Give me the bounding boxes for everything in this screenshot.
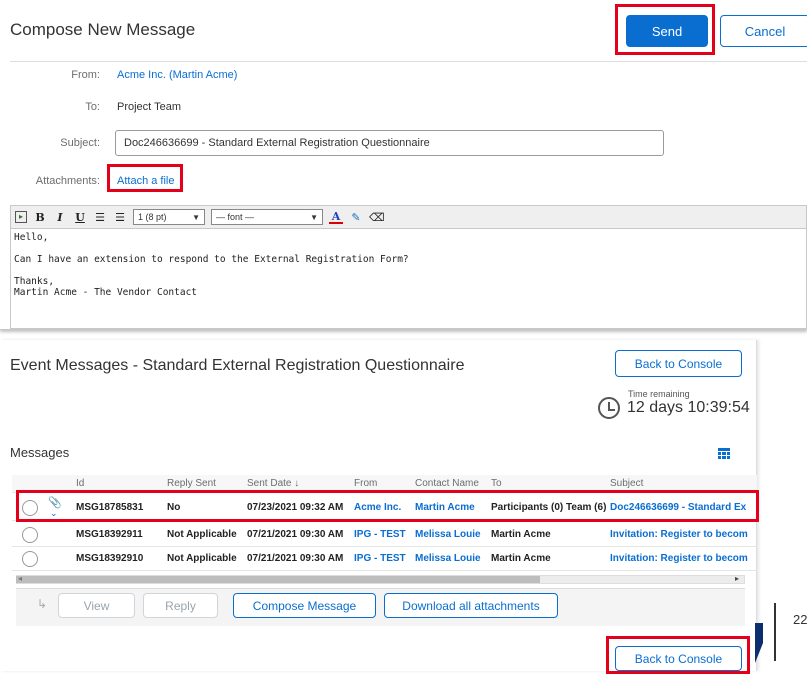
column-header[interactable]: Contact Name [415,478,490,489]
table-row[interactable]: MSG18392910 Not Applicable 07/21/2021 09… [12,547,757,571]
from-label: From: [71,69,100,81]
back-to-console-bottom-button[interactable]: Back to Console [615,646,742,671]
sent-date: 07/21/2021 09:30 AM [247,553,344,564]
scroll-left-arrow-icon[interactable]: ◂ [18,574,22,583]
to-value: Martin Acme [491,529,551,540]
messages-heading: Messages [10,445,70,460]
event-messages-title: Event Messages - Standard External Regis… [10,357,465,374]
time-remaining-label: Time remaining [628,389,690,399]
page-number-rule [774,603,776,661]
view-button[interactable]: View [58,593,135,618]
from-link[interactable]: IPG - TEST [354,553,414,564]
body-line [14,265,803,276]
reply-button[interactable]: Reply [143,593,218,618]
divider [10,61,807,62]
italic-icon[interactable]: I [53,211,67,224]
from-value[interactable]: Acme Inc. (Martin Acme) [117,69,237,81]
bold-icon[interactable]: B [33,211,47,224]
underline-icon[interactable]: U [73,211,87,224]
body-line: Thanks, [14,276,55,287]
to-label: To: [85,101,100,113]
eraser-icon[interactable]: ⌫ [369,211,385,224]
message-id: MSG18392911 [76,529,143,540]
row-select-radio[interactable] [22,551,38,567]
table-row[interactable]: MSG18392911 Not Applicable 07/21/2021 09… [12,523,757,547]
compose-message-button[interactable]: Compose Message [233,593,376,618]
contact-link[interactable]: Melissa Louie [415,553,490,564]
brand-mark [755,623,763,663]
attachments-label: Attachments: [35,175,100,187]
message-body-editor[interactable]: Hello, Can I have an extension to respon… [10,229,807,329]
column-header[interactable]: To [491,478,609,489]
font-size-select[interactable]: 1 (8 pt) ▼ [133,209,205,225]
download-all-attachments-button[interactable]: Download all attachments [384,593,558,618]
font-name-value: — font — [216,212,255,222]
time-remaining-value: 12 days 10:39:54 [627,399,750,416]
subject-link[interactable]: Invitation: Register to becom [610,553,757,564]
reply-sent: Not Applicable [167,529,237,540]
scrollbar-thumb[interactable] [16,576,540,583]
text-color-icon[interactable]: A [329,211,343,224]
bulleted-list-icon[interactable]: ☰ [113,211,127,224]
reply-sent: Not Applicable [167,553,237,564]
chevron-down-icon: ▼ [310,212,318,222]
attach-file-link[interactable]: Attach a file [117,175,174,187]
row-highlight-box [16,490,759,522]
row-select-radio[interactable] [22,527,38,543]
font-size-value: 1 (8 pt) [138,212,167,222]
chevron-down-icon: ▼ [192,212,200,222]
expand-icon[interactable]: ▸ [15,211,27,223]
table-settings-icon[interactable] [718,448,730,459]
column-header[interactable]: Sent Date ↓ [247,478,353,489]
message-id: MSG18392910 [76,553,144,564]
subject-link[interactable]: Invitation: Register to becom [610,529,757,540]
numbered-list-icon[interactable]: ☰ [93,211,107,224]
editor-toolbar: ▸ B I U ☰ ☰ 1 (8 pt) ▼ — font — ▼ A ✎ ⌫ [10,205,807,229]
cancel-button[interactable]: Cancel [720,15,807,47]
page-number: 22 [793,612,807,627]
column-header[interactable]: Id [76,478,164,489]
scroll-right-arrow-icon[interactable]: ▸ [735,574,739,583]
subject-input[interactable] [115,130,664,156]
column-header[interactable]: From [354,478,414,489]
subject-label: Subject: [60,137,100,149]
clock-icon [598,397,620,419]
contact-link[interactable]: Melissa Louie [415,529,490,540]
body-line: Hello, [14,232,49,243]
send-button[interactable]: Send [626,15,708,47]
back-to-console-button[interactable]: Back to Console [615,350,742,377]
to-value: Martin Acme [491,553,551,564]
font-name-select[interactable]: — font — ▼ [211,209,323,225]
selection-arrow-icon: ↳ [37,597,48,611]
body-line: Can I have an extension to respond to th… [14,254,409,265]
sent-date: 07/21/2021 09:30 AM [247,529,344,540]
highlight-color-icon[interactable]: ✎ [349,211,363,224]
column-header[interactable]: Subject [610,478,757,489]
column-header[interactable]: Reply Sent [167,478,245,489]
compose-title: Compose New Message [10,20,196,39]
body-line [14,243,803,254]
to-value: Project Team [117,101,181,113]
from-link[interactable]: IPG - TEST [354,529,414,540]
body-line: Martin Acme - The Vendor Contact [14,287,198,298]
